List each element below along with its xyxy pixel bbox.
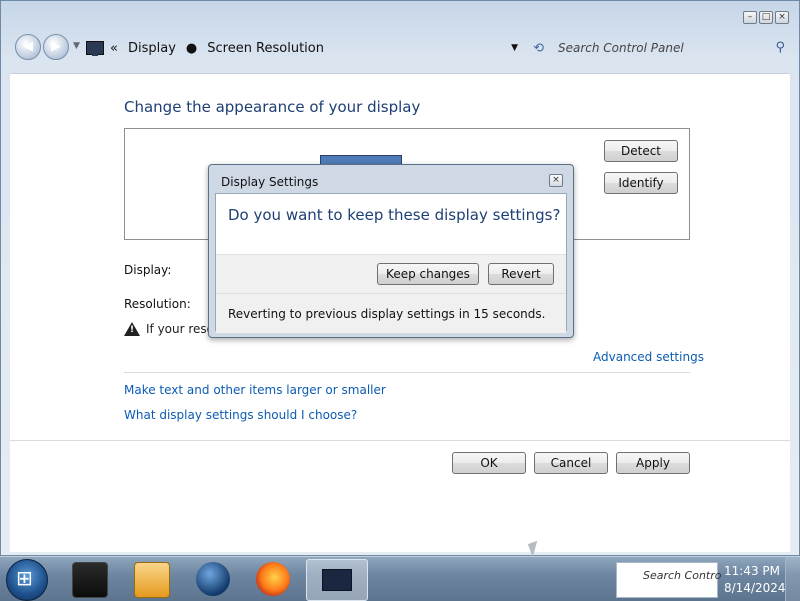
ok-button[interactable]: OK	[452, 452, 526, 474]
apply-button[interactable]: Apply	[616, 452, 690, 474]
divider	[124, 372, 690, 373]
breadcrumb-overflow[interactable]: «	[110, 41, 118, 56]
display-label: Display:	[124, 263, 172, 277]
forward-button[interactable]: ▶	[43, 34, 69, 60]
warning-row: ! If your resol	[124, 322, 217, 336]
recent-pages-dropdown-icon[interactable]: ▼	[73, 41, 80, 51]
divider	[10, 440, 790, 441]
clock-date: 8/14/2024	[724, 581, 786, 595]
media-player-icon[interactable]	[134, 562, 170, 598]
clock-time: 11:43 PM	[724, 564, 780, 578]
taskbar: Search Contro 11:43 PM 8/14/2024	[0, 556, 800, 601]
keep-changes-button[interactable]: Keep changes	[377, 263, 479, 285]
window-caption-buttons: – □ ×	[743, 11, 789, 24]
dialog-title: Display Settings	[221, 175, 319, 189]
search-placeholder: Search Control Panel	[558, 41, 684, 55]
address-bar[interactable]: « Display ● Screen Resolution ▼ ⟲	[86, 35, 546, 61]
display-control-panel-icon	[86, 41, 104, 56]
navigation-bar: ◀ ▶ ▼ « Display ● Screen Resolution ▼ ⟲ …	[11, 33, 791, 63]
revert-countdown-message: Reverting to previous display settings i…	[228, 307, 546, 321]
taskbar-search-text: Search Contro	[643, 569, 722, 582]
text-size-link[interactable]: Make text and other items larger or smal…	[124, 383, 386, 397]
cancel-button[interactable]: Cancel	[534, 452, 608, 474]
show-desktop-button[interactable]	[785, 557, 800, 601]
search-icon[interactable]: ⚲	[775, 40, 785, 55]
display-control-panel-icon	[322, 569, 352, 591]
firefox-icon[interactable]	[256, 562, 290, 596]
dialog-close-button[interactable]: ×	[549, 174, 563, 187]
minimize-button[interactable]: –	[743, 11, 757, 24]
resolution-label: Resolution:	[124, 297, 191, 311]
breadcrumb-separator-icon[interactable]: ●	[186, 41, 197, 56]
revert-button[interactable]: Revert	[488, 263, 554, 285]
display-help-link[interactable]: What display settings should I choose?	[124, 408, 357, 422]
file-explorer-icon[interactable]	[72, 562, 108, 598]
dialog-question: Do you want to keep these display settin…	[228, 206, 561, 224]
start-button[interactable]	[6, 559, 48, 601]
address-dropdown-icon[interactable]: ▼	[511, 43, 518, 53]
page-title: Change the appearance of your display	[124, 98, 421, 116]
taskbar-search-box[interactable]: Search Contro	[616, 562, 722, 598]
network-globe-icon[interactable]	[196, 562, 230, 596]
warning-icon: !	[124, 322, 140, 336]
back-button[interactable]: ◀	[15, 34, 41, 60]
divider	[216, 293, 566, 294]
warning-text: If your resol	[146, 322, 218, 336]
system-clock[interactable]: 11:43 PM 8/14/2024	[724, 563, 786, 597]
dialog-body: Do you want to keep these display settin…	[215, 193, 567, 333]
breadcrumb-display[interactable]: Display	[128, 41, 176, 56]
detect-button[interactable]: Detect	[604, 140, 678, 162]
maximize-button[interactable]: □	[759, 11, 773, 24]
advanced-settings-link[interactable]: Advanced settings	[593, 350, 704, 364]
breadcrumb-screen-resolution[interactable]: Screen Resolution	[207, 41, 324, 56]
control-panel-taskbar-item[interactable]	[306, 559, 368, 601]
refresh-icon[interactable]: ⟲	[533, 41, 544, 56]
search-input[interactable]: Search Control Panel ⚲	[556, 35, 791, 61]
identify-button[interactable]: Identify	[604, 172, 678, 194]
display-settings-dialog: Display Settings × Do you want to keep t…	[208, 164, 574, 338]
close-button[interactable]: ×	[775, 11, 789, 24]
